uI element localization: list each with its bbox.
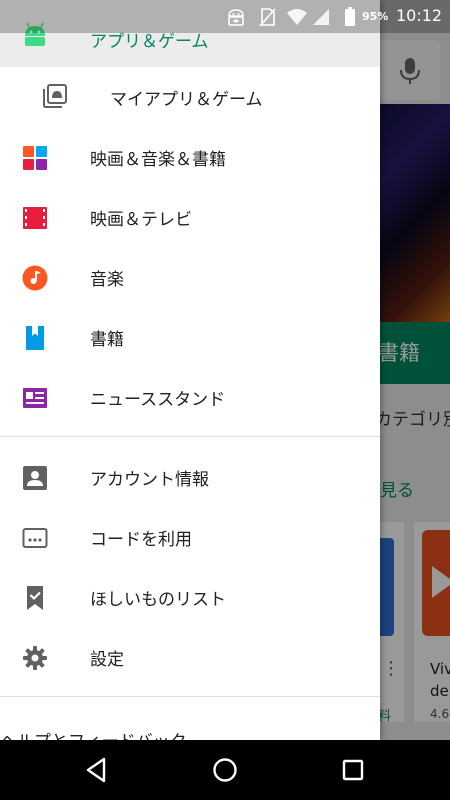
account-icon: [23, 466, 47, 490]
drawer-item-settings[interactable]: 設定: [0, 627, 380, 687]
drawer-item-label: ヘルプとフィードバック: [0, 727, 187, 740]
battery-icon: [345, 7, 355, 26]
drawer-item-label: 映画＆音楽＆書籍: [90, 150, 226, 170]
drawer-item-newsstand[interactable]: ニューススタンド: [0, 367, 380, 427]
back-icon[interactable]: [82, 755, 112, 785]
redeem-icon: [22, 528, 48, 548]
music-icon: [22, 265, 48, 291]
status-time: 10:12: [396, 6, 443, 25]
drawer-item-entertainment[interactable]: 映画＆音楽＆書籍: [0, 127, 380, 187]
drawer-item-label: 設定: [90, 650, 124, 670]
drawer-item-label: 映画＆テレビ: [90, 210, 192, 230]
home-icon[interactable]: [210, 755, 240, 785]
wifi-icon: [287, 9, 307, 25]
no-sim-icon: [259, 8, 276, 27]
recents-icon[interactable]: [338, 755, 368, 785]
battery-percent: 95%: [362, 10, 389, 23]
drawer-item-label: 書籍: [90, 330, 124, 350]
drawer-item-books[interactable]: 書籍: [0, 307, 380, 367]
drawer-divider: [0, 436, 380, 437]
status-bar: 95% 10:12: [0, 0, 450, 33]
drawer-item-help-feedback[interactable]: ヘルプとフィードバック: [0, 707, 380, 740]
drawer-item-wishlist[interactable]: ほしいものリスト: [0, 567, 380, 627]
drawer-item-label: アカウント情報: [90, 470, 209, 490]
entertainment-icon: [23, 146, 47, 170]
drawer-item-label: 音楽: [90, 270, 124, 290]
settings-icon: [23, 646, 47, 670]
library-icon: [43, 84, 67, 108]
drawer-item-my-apps[interactable]: マイアプリ＆ゲーム: [0, 67, 380, 127]
navigation-drawer: アプリ＆ゲーム マイアプリ＆ゲーム 映画＆音楽＆書籍 映画＆テレビ 音楽 書籍 …: [0, 0, 380, 740]
books-icon: [26, 326, 44, 350]
movies-icon: [23, 207, 47, 229]
drawer-item-music[interactable]: 音楽: [0, 247, 380, 307]
signal-icon: [313, 9, 329, 25]
drawer-item-label: ニューススタンド: [90, 390, 226, 410]
drawer-divider: [0, 696, 380, 697]
newsstand-icon: [23, 388, 47, 408]
wishlist-icon: [27, 586, 43, 610]
drawer-item-label: マイアプリ＆ゲーム: [110, 90, 263, 110]
drawer-item-redeem[interactable]: コードを利用: [0, 507, 380, 567]
drawer-item-account[interactable]: アカウント情報: [0, 447, 380, 507]
drawer-item-movies-tv[interactable]: 映画＆テレビ: [0, 187, 380, 247]
drawer-item-label: ほしいものリスト: [90, 590, 226, 610]
drawer-item-label: コードを利用: [90, 530, 192, 550]
android-debug-icon: [228, 9, 244, 26]
navigation-bar: [0, 740, 450, 800]
